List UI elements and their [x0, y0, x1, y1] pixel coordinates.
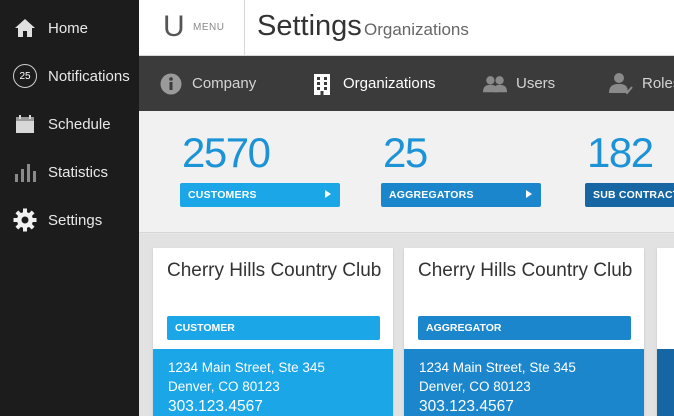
tab-organizations[interactable]: Organizations — [310, 56, 436, 111]
sidebar-item-label: Notifications — [48, 67, 130, 85]
users-icon — [483, 72, 507, 96]
sidebar-item-notifications[interactable]: 25 Notifications — [0, 56, 139, 96]
sidebar: Home 25 Notifications Schedule Statistic… — [0, 0, 139, 416]
tab-label: Roles — [642, 75, 674, 92]
user-check-icon — [609, 72, 633, 96]
home-icon — [13, 16, 37, 40]
stat-value: 25 — [383, 129, 428, 176]
sidebar-item-label: Schedule — [48, 115, 111, 133]
notification-count: 25 — [13, 64, 37, 88]
page-title: Settings — [257, 10, 362, 42]
organization-card[interactable]: Cherry Hills Country Club AGGREGATOR 123… — [404, 248, 644, 416]
play-arrow-icon — [526, 190, 532, 198]
sidebar-item-schedule[interactable]: Schedule — [0, 104, 139, 144]
calendar-icon — [13, 112, 37, 136]
tab-label: Users — [516, 75, 556, 92]
card-contact: 1234 Main Street, Ste 345 Denver, CO 801… — [404, 349, 644, 416]
sidebar-item-label: Statistics — [48, 163, 109, 181]
stat-value: 182 — [587, 129, 654, 176]
sidebar-item-settings[interactable]: Settings — [0, 200, 139, 240]
gear-icon — [13, 208, 37, 232]
phone-number: 303.123.4567 — [419, 398, 514, 415]
page-header: U MENU Settings Organizations — [139, 0, 674, 56]
tab-label: Organizations — [343, 75, 436, 92]
tab-label: Company — [192, 75, 257, 92]
address-line-2: Denver, CO 80123 — [168, 379, 280, 394]
menu-button[interactable]: U MENU — [139, 0, 245, 55]
address-line-1: 1234 Main Street, Ste 345 — [419, 360, 576, 375]
organization-card-partial[interactable] — [657, 248, 674, 416]
organization-name: Cherry Hills Country Club — [418, 260, 633, 281]
organization-type-tag: CUSTOMER — [167, 316, 380, 340]
sidebar-item-label: Home — [48, 19, 89, 37]
sidebar-item-home[interactable]: Home — [0, 8, 139, 48]
aggregators-button[interactable]: AGGREGATORS — [381, 183, 541, 207]
card-contact: 1234 Main Street, Ste 345 Denver, CO 801… — [153, 349, 393, 416]
stat-label: CUSTOMERS — [188, 189, 257, 201]
card-contact — [657, 349, 674, 416]
tab-bar: Company Organizations Users Roles — [139, 56, 674, 111]
sub-contractors-button[interactable]: SUB CONTRACTORS — [585, 183, 674, 207]
building-icon — [310, 72, 334, 96]
play-arrow-icon — [325, 190, 331, 198]
phone-number: 303.123.4567 — [168, 398, 263, 415]
stat-label: AGGREGATORS — [389, 189, 474, 201]
tab-company[interactable]: Company — [159, 56, 256, 111]
sidebar-item-label: Settings — [48, 211, 103, 229]
organization-name: Cherry Hills Country Club — [167, 260, 382, 281]
notification-badge-icon: 25 — [13, 64, 37, 88]
stats-panel: 2570 CUSTOMERS 25 AGGREGATORS 182 SUB CO… — [139, 111, 674, 233]
menu-label: MENU — [193, 22, 225, 33]
customers-button[interactable]: CUSTOMERS — [180, 183, 340, 207]
bar-chart-icon — [13, 160, 37, 184]
organization-card[interactable]: Cherry Hills Country Club CUSTOMER 1234 … — [153, 248, 393, 416]
sidebar-item-statistics[interactable]: Statistics — [0, 152, 139, 192]
organization-type-tag: AGGREGATOR — [418, 316, 631, 340]
stat-value: 2570 — [182, 129, 271, 176]
organization-cards: Cherry Hills Country Club CUSTOMER 1234 … — [139, 234, 674, 416]
page-subtitle: Organizations — [364, 20, 469, 39]
tab-users[interactable]: Users — [483, 56, 555, 111]
address-line-1: 1234 Main Street, Ste 345 — [168, 360, 325, 375]
app-logo: U — [163, 10, 185, 43]
tab-roles[interactable]: Roles — [609, 56, 674, 111]
info-icon — [159, 72, 183, 96]
stat-label: SUB CONTRACTORS — [593, 189, 674, 201]
address-line-2: Denver, CO 80123 — [419, 379, 531, 394]
